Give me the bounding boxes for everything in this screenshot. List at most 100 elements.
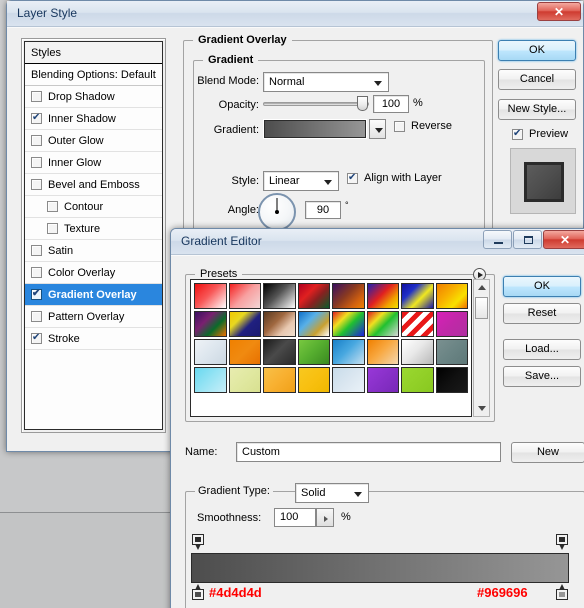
presets-list[interactable] [190,279,472,417]
gradient-type-select[interactable]: Solid [295,483,369,503]
opacity-slider[interactable] [263,94,371,114]
preset-swatch[interactable] [263,311,296,337]
checkbox-reverse[interactable] [394,120,405,132]
presets-grid[interactable] [191,280,471,396]
preset-swatch[interactable] [194,339,227,365]
preset-swatch[interactable] [297,339,330,365]
preset-swatch[interactable] [332,339,365,365]
smoothness-input[interactable]: 100 [274,508,316,527]
sidebar-item-texture[interactable]: Texture [25,218,162,240]
close-icon[interactable]: ✕ [543,230,584,249]
checkbox-inner-shadow[interactable] [31,111,42,124]
checkbox-color-overlay[interactable] [31,267,42,278]
preset-swatch[interactable] [297,367,330,393]
checkbox-stroke[interactable] [31,331,42,344]
new-gradient-button[interactable]: New [511,442,584,463]
minimize-icon[interactable] [483,230,512,249]
scroll-up-icon[interactable] [474,280,489,295]
preset-swatch[interactable] [263,283,296,309]
preset-swatch[interactable] [194,283,227,309]
new-style-button[interactable]: New Style... [498,99,576,120]
preset-swatch[interactable] [435,339,468,365]
preset-swatch[interactable] [401,367,434,393]
sidebar-item-contour[interactable]: Contour [25,196,162,218]
angle-dial[interactable] [258,193,296,231]
maximize-icon[interactable] [513,230,542,249]
checkbox-inner-glow[interactable] [31,157,42,168]
checkbox-bevel-and-emboss[interactable] [31,179,42,190]
preset-swatch[interactable] [401,339,434,365]
sidebar-item-inner-shadow[interactable]: Inner Shadow [25,108,162,130]
preset-swatch[interactable] [366,339,399,365]
preset-swatch[interactable] [332,283,365,309]
preset-swatch[interactable] [332,367,365,393]
preset-swatch[interactable] [435,367,468,393]
sidebar-item-blending-options[interactable]: Blending Options: Default [25,64,162,86]
preset-swatch[interactable] [228,339,261,365]
checkbox-satin[interactable] [31,245,42,256]
sidebar-item-outer-glow[interactable]: Outer Glow [25,130,162,152]
preset-swatch[interactable] [228,283,261,309]
checkbox-align-with-layer[interactable] [347,171,358,184]
align-with-layer-row[interactable]: Align with Layer [347,171,442,184]
checkbox-gradient-overlay[interactable] [31,287,42,300]
checkbox-preview[interactable] [512,127,523,140]
preset-swatch[interactable] [263,367,296,393]
preset-swatch[interactable] [228,311,261,337]
preset-swatch[interactable] [194,311,227,337]
sidebar-item-inner-glow[interactable]: Inner Glow [25,152,162,174]
sidebar-item-drop-shadow[interactable]: Drop Shadow [25,86,162,108]
preset-swatch[interactable] [435,311,468,337]
scrollbar-thumb[interactable] [475,297,488,319]
preset-swatch[interactable] [263,339,296,365]
presets-scrollbar[interactable] [473,279,490,417]
preset-swatch[interactable] [194,367,227,393]
preview-checkbox-row[interactable]: Preview [512,127,568,140]
preset-swatch[interactable] [332,311,365,337]
reverse-checkbox-row[interactable]: Reverse [394,120,452,132]
scroll-down-icon[interactable] [474,401,489,416]
angle-input[interactable]: 90 [305,201,341,219]
gradient-preview-swatch[interactable] [264,120,366,138]
color-stop-left[interactable] [192,584,204,600]
preset-swatch[interactable] [401,283,434,309]
gradient-editor-ok-button[interactable]: OK [503,276,581,297]
checkbox-texture[interactable] [47,223,58,234]
preset-swatch[interactable] [366,367,399,393]
preset-swatch[interactable] [228,367,261,393]
close-icon[interactable]: ✕ [537,2,581,21]
gradient-editor-titlebar[interactable]: Gradient Editor ✕ [171,229,584,255]
preset-swatch[interactable] [366,311,399,337]
gradient-editor-reset-button[interactable]: Reset [503,303,581,324]
sidebar-item-satin[interactable]: Satin [25,240,162,262]
opacity-slider-thumb[interactable] [357,96,368,111]
checkbox-outer-glow[interactable] [31,135,42,146]
layer-style-titlebar[interactable]: Layer Style ✕ [7,1,583,27]
preset-swatch[interactable] [435,283,468,309]
gradient-editor-load-button[interactable]: Load... [503,339,581,360]
checkbox-pattern-overlay[interactable] [31,311,42,322]
preset-swatch[interactable] [297,283,330,309]
smoothness-stepper-icon[interactable] [316,508,334,527]
ok-button[interactable]: OK [498,40,576,61]
blend-mode-select[interactable]: Normal [263,72,389,92]
preset-swatch[interactable] [401,311,434,337]
gradient-name-input[interactable]: Custom [236,442,501,462]
color-stop-right[interactable] [556,584,568,600]
gradient-picker-chevron-down-icon[interactable] [369,119,386,139]
sidebar-item-pattern-overlay[interactable]: Pattern Overlay [25,306,162,328]
checkbox-contour[interactable] [47,201,58,212]
sidebar-item-stroke[interactable]: Stroke [25,328,162,350]
opacity-stop-left[interactable] [192,534,204,550]
sidebar-item-bevel-and-emboss[interactable]: Bevel and Emboss [25,174,162,196]
styles-list[interactable]: Styles Blending Options: Default Drop Sh… [24,41,163,430]
sidebar-item-color-overlay[interactable]: Color Overlay [25,262,162,284]
opacity-stop-right[interactable] [556,534,568,550]
gradient-style-select[interactable]: Linear [263,171,339,191]
gradient-ramp[interactable] [191,553,569,583]
sidebar-item-gradient-overlay[interactable]: Gradient Overlay [25,284,162,306]
preset-swatch[interactable] [297,311,330,337]
checkbox-drop-shadow[interactable] [31,91,42,102]
cancel-button[interactable]: Cancel [498,69,576,90]
opacity-input[interactable]: 100 [373,95,409,113]
